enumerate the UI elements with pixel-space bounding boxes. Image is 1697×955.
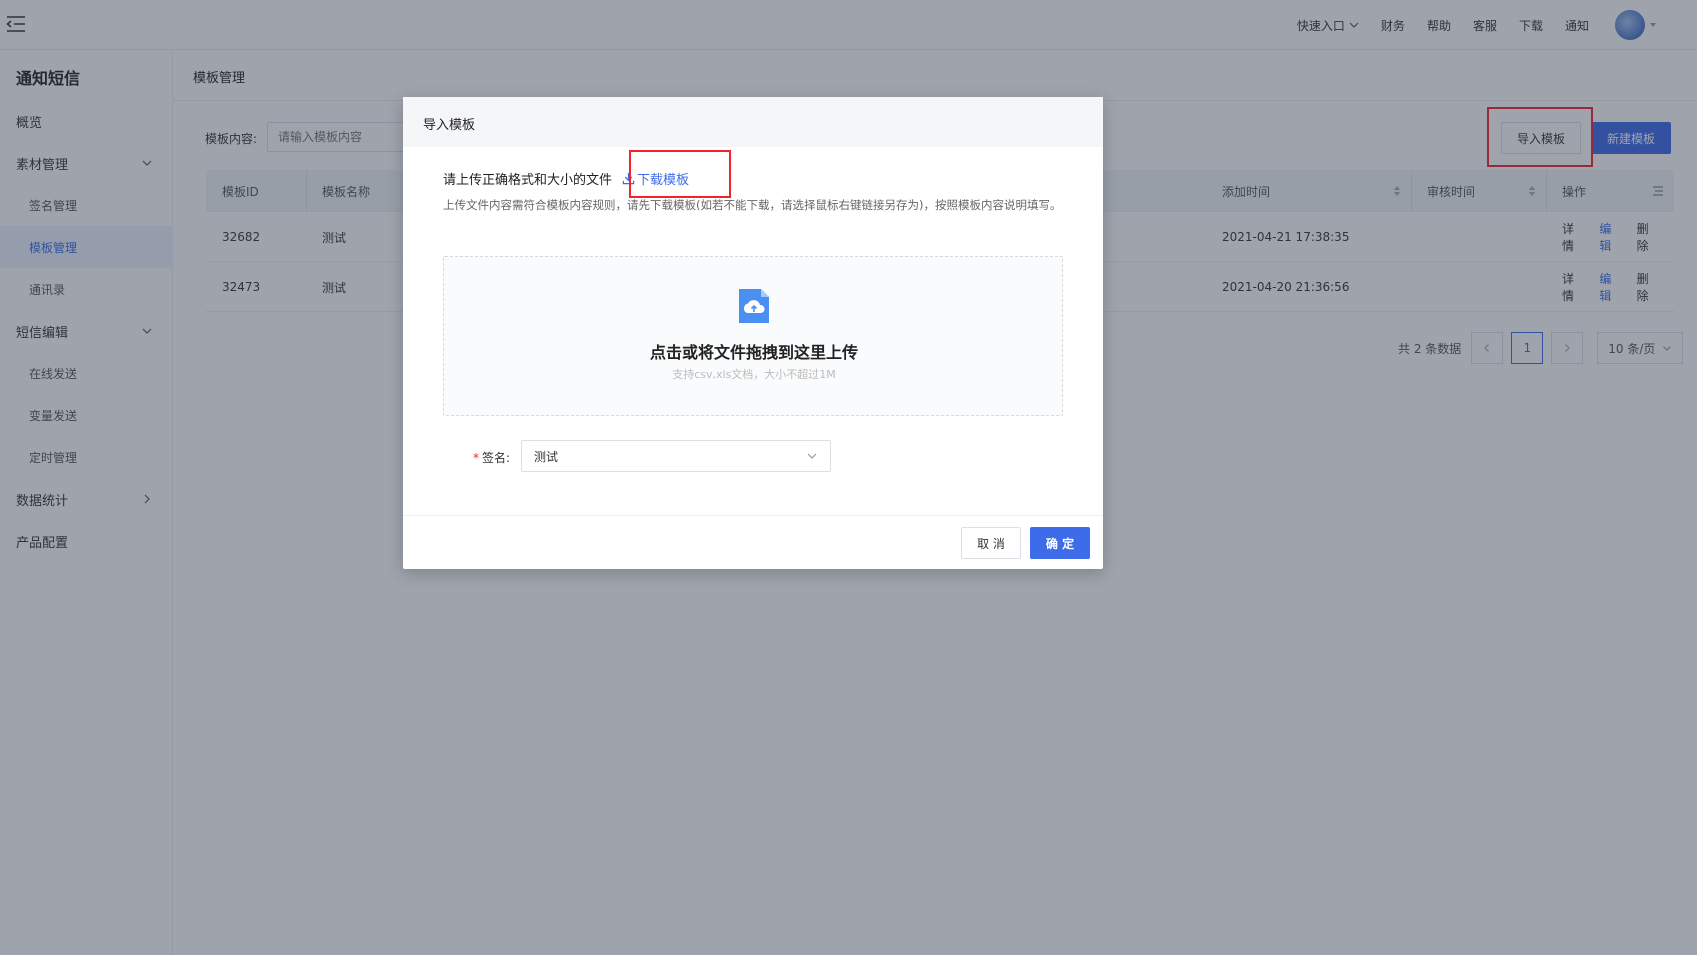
file-upload-dropzone[interactable]: 点击或将文件拖拽到这里上传 支持csv,xls文档，大小不超过1M — [443, 256, 1063, 416]
dropzone-hint: 支持csv,xls文档，大小不超过1M — [672, 368, 836, 381]
dialog-footer: 取 消 确 定 — [403, 515, 1103, 569]
required-asterisk: * — [473, 451, 479, 465]
cancel-button[interactable]: 取 消 — [961, 527, 1021, 559]
signature-select[interactable]: 测试 — [521, 440, 831, 472]
upload-description: 上传文件内容需符合模板内容规则，请先下载模板(如若不能下载，请选择鼠标右键链接另… — [443, 198, 1062, 212]
chevron-down-icon — [807, 453, 817, 459]
cloud-upload-file-icon — [739, 289, 769, 323]
signature-label-text: 签名: — [482, 451, 511, 465]
confirm-button[interactable]: 确 定 — [1030, 527, 1090, 559]
dialog-header: 导入模板 — [403, 97, 1103, 147]
signature-value: 测试 — [534, 449, 559, 464]
annotation-highlight-box — [629, 150, 731, 198]
dropzone-title: 点击或将文件拖拽到这里上传 — [649, 343, 858, 362]
import-template-dialog: 导入模板 请上传正确格式和大小的文件 下载模板 上传文件内容需符合模板内容规则，… — [403, 97, 1103, 569]
signature-label: * 签名: — [473, 449, 510, 466]
upload-heading-text: 请上传正确格式和大小的文件 — [443, 173, 613, 188]
dialog-title: 导入模板 — [423, 118, 476, 133]
